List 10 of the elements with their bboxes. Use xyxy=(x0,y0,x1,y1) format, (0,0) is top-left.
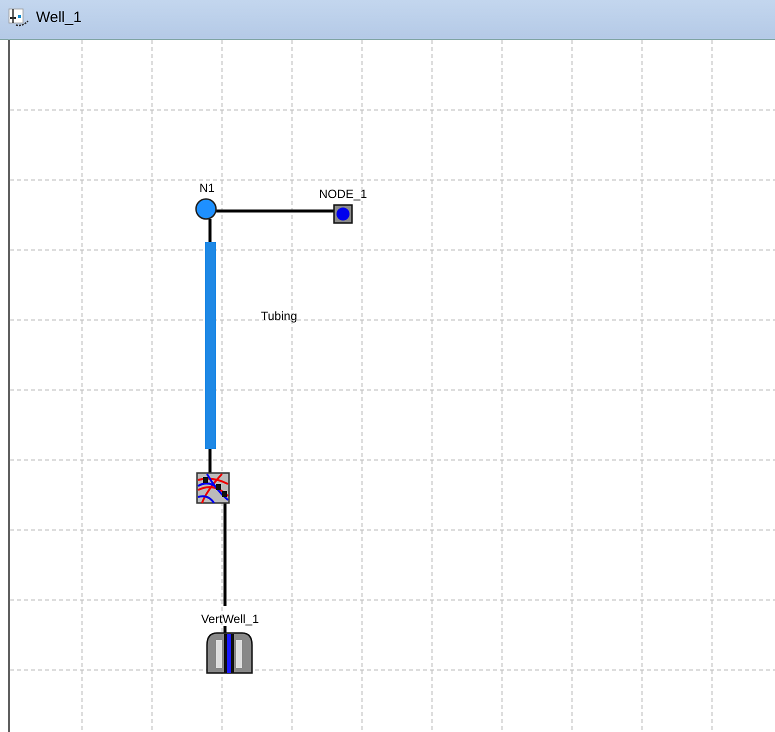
window-title: Well_1 xyxy=(36,9,82,26)
node-square[interactable] xyxy=(333,204,353,224)
well-icon[interactable] xyxy=(206,632,253,674)
node-label: Tubing xyxy=(260,309,298,323)
app-icon xyxy=(8,8,30,28)
node-circle[interactable] xyxy=(195,198,217,220)
node-label: NODE_1 xyxy=(318,187,368,201)
node-label: VertWell_1 xyxy=(201,612,259,626)
completion-icon[interactable] xyxy=(196,472,230,504)
node-label: N1 xyxy=(199,181,215,195)
